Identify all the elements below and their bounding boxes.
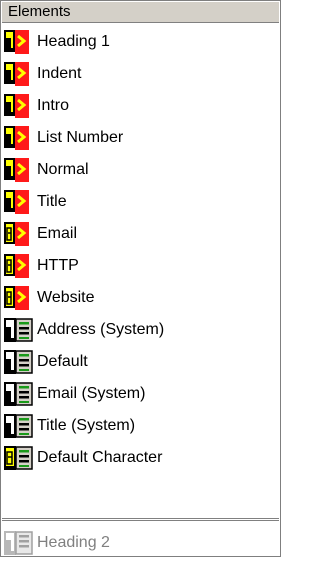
list-item-label: Email bbox=[37, 225, 78, 242]
list-item-label: HTTP bbox=[37, 257, 79, 274]
elements-panel: Elements Heading 1 Indent Intro List Num… bbox=[0, 0, 281, 557]
list-item[interactable]: Heading 1 bbox=[3, 26, 279, 58]
list-item-label: Email (System) bbox=[37, 385, 146, 402]
character-style-icon bbox=[3, 252, 35, 280]
paragraph-style-icon bbox=[3, 92, 35, 120]
list-item[interactable]: Normal bbox=[3, 154, 279, 186]
disabled-paragraph-style-icon bbox=[3, 529, 35, 557]
system-paragraph-style-icon bbox=[3, 380, 35, 408]
list-item-label: Website bbox=[37, 289, 95, 306]
divider bbox=[2, 520, 279, 521]
list-item[interactable]: Default bbox=[3, 346, 279, 378]
disabled-item-label: Heading 2 bbox=[37, 534, 110, 551]
list-item[interactable]: Title (System) bbox=[3, 410, 279, 442]
list-item-label: Title bbox=[37, 193, 67, 210]
paragraph-style-icon bbox=[3, 188, 35, 216]
list-item[interactable]: Address (System) bbox=[3, 314, 279, 346]
disabled-list-item: Heading 2 bbox=[3, 528, 279, 558]
list-item-label: Indent bbox=[37, 65, 82, 82]
list-item-label: Normal bbox=[37, 161, 89, 178]
list-item[interactable]: Default Character bbox=[3, 442, 279, 474]
paragraph-style-icon bbox=[3, 60, 35, 88]
paragraph-style-icon bbox=[3, 156, 35, 184]
character-style-icon bbox=[3, 284, 35, 312]
system-paragraph-style-icon bbox=[3, 412, 35, 440]
list-item[interactable]: Email bbox=[3, 218, 279, 250]
paragraph-style-icon bbox=[3, 124, 35, 152]
divider bbox=[2, 518, 279, 519]
list-item-label: Default bbox=[37, 353, 88, 370]
paragraph-style-icon bbox=[3, 28, 35, 56]
system-character-style-icon bbox=[3, 444, 35, 472]
list-item[interactable]: Intro bbox=[3, 90, 279, 122]
list-item[interactable]: Email (System) bbox=[3, 378, 279, 410]
list-item-label: List Number bbox=[37, 129, 124, 146]
system-paragraph-style-icon bbox=[3, 348, 35, 376]
list-item-label: Default Character bbox=[37, 449, 163, 466]
list-item[interactable]: Indent bbox=[3, 58, 279, 90]
list-item-label: Intro bbox=[37, 97, 70, 114]
list-item-label: Address (System) bbox=[37, 321, 165, 338]
list-item[interactable]: Title bbox=[3, 186, 279, 218]
list-item-label: Title (System) bbox=[37, 417, 136, 434]
elements-header: Elements bbox=[2, 2, 279, 23]
system-paragraph-style-icon bbox=[3, 316, 35, 344]
character-style-icon bbox=[3, 220, 35, 248]
elements-list: Heading 1 Indent Intro List Number Norma… bbox=[3, 26, 279, 474]
list-item[interactable]: HTTP bbox=[3, 250, 279, 282]
list-item-label: Heading 1 bbox=[37, 33, 110, 50]
list-item[interactable]: Website bbox=[3, 282, 279, 314]
list-item[interactable]: List Number bbox=[3, 122, 279, 154]
